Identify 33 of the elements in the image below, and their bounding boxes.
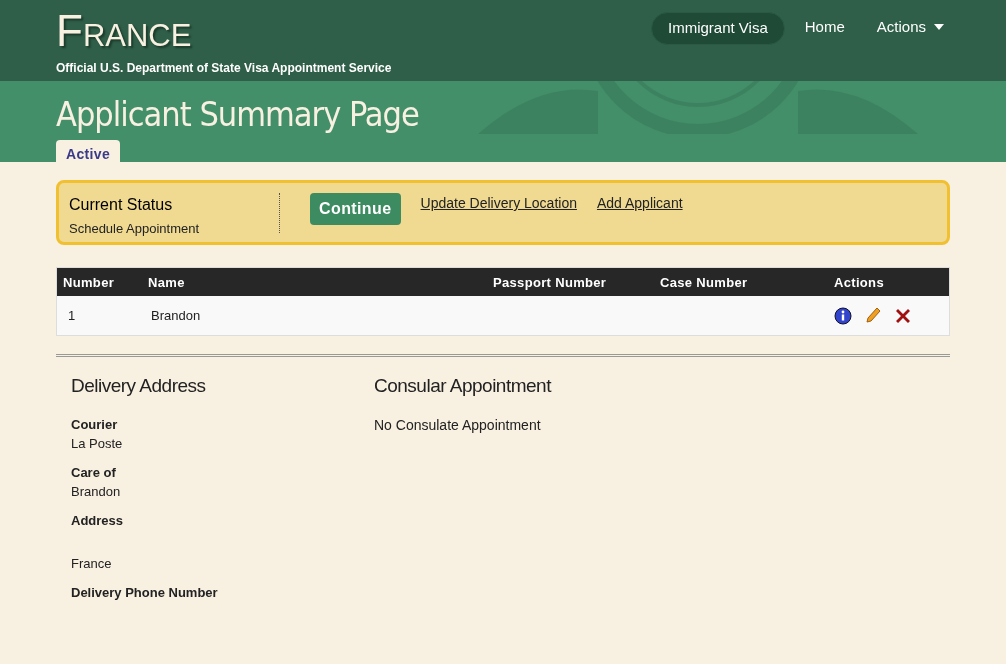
status-value: Schedule Appointment	[69, 220, 201, 238]
action-link[interactable]: Add Applicant	[596, 193, 683, 214]
nav-pill[interactable]: Immigrant Visa	[651, 12, 785, 45]
column-header: Name	[148, 275, 185, 290]
tab[interactable]: Active	[56, 140, 121, 162]
field-value: France	[71, 555, 113, 573]
section-title: Delivery Address	[71, 374, 207, 398]
nav-link[interactable]: Home	[792, 12, 857, 43]
continue-button[interactable]: Continue	[310, 193, 401, 225]
field-label: Care of	[71, 463, 117, 482]
consular-text: No Consulate Appointment	[374, 415, 542, 435]
country-title: France	[56, 8, 193, 54]
action-link[interactable]: Update Delivery Location	[420, 193, 577, 214]
column-header: Passport Number	[493, 275, 607, 290]
info-icon[interactable]	[834, 306, 852, 325]
column-header: Actions	[834, 275, 884, 290]
table-cell-text: 1	[68, 306, 77, 325]
status-title: Current Status	[69, 195, 174, 215]
caret-icon	[934, 24, 944, 31]
table-cell-text: Brandon	[151, 306, 202, 325]
field-label: Delivery Phone Number	[71, 583, 219, 602]
nav-dropdown[interactable]: Actions	[864, 12, 956, 43]
field-label: Address	[71, 511, 125, 530]
pencil-icon[interactable]	[865, 306, 881, 325]
field-label: Courier	[71, 415, 119, 434]
page-title: Applicant Summary Page	[56, 93, 419, 136]
site-subtitle: Official U.S. Department of State Visa Appointment Service	[56, 60, 392, 77]
column-header: Number	[63, 275, 115, 290]
field-value: La Poste	[71, 435, 124, 453]
column-header: Case Number	[660, 275, 748, 290]
field-value: Brandon	[71, 483, 122, 501]
section-title: Consular Appointment	[374, 374, 551, 398]
delete-icon[interactable]	[894, 306, 912, 325]
